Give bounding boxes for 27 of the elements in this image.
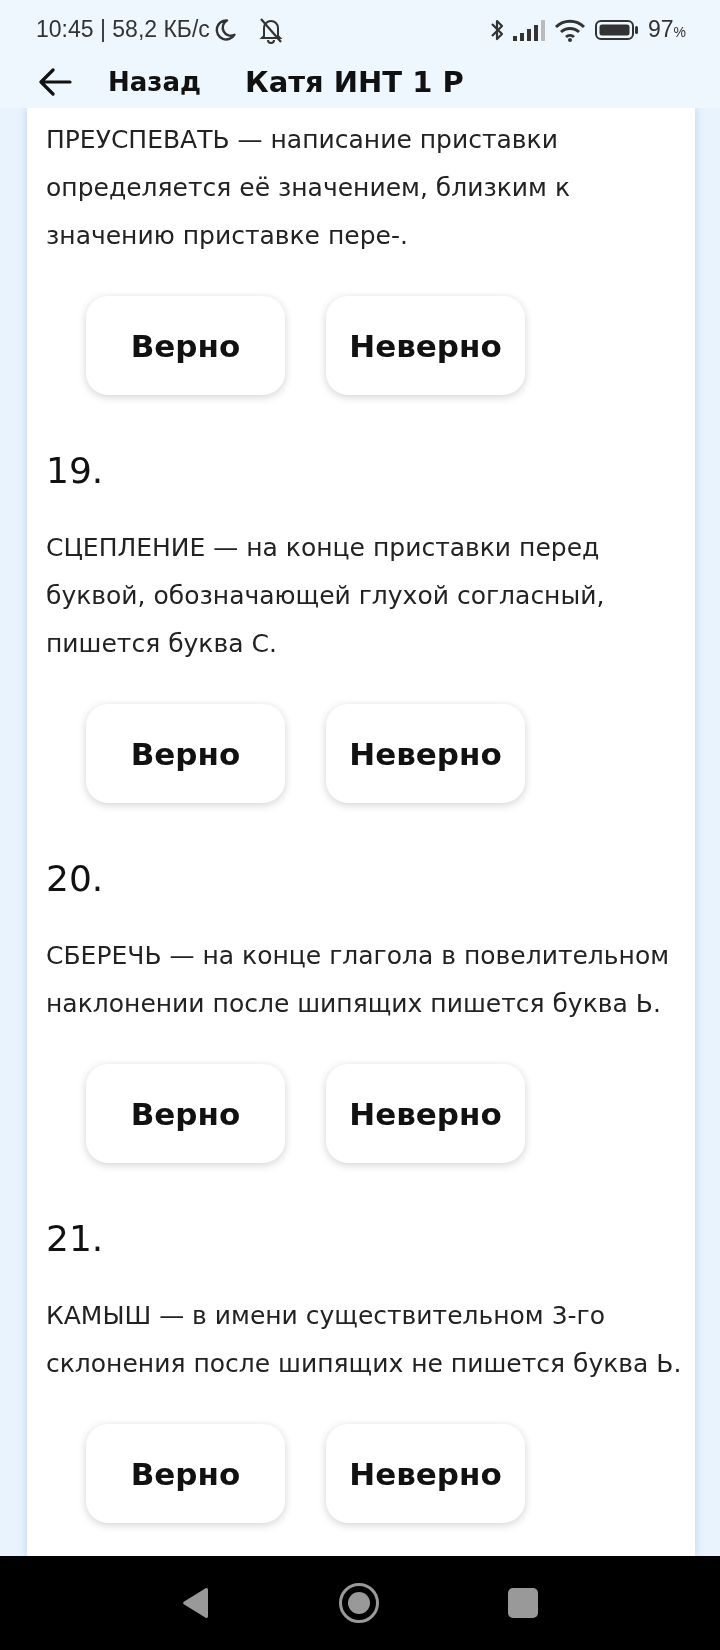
battery-icon (594, 18, 639, 41)
question-number: 19. (46, 449, 105, 493)
answer-button[interactable]: Неверно (326, 296, 525, 395)
question-text: КАМЫШ — в имени существительном 3-го склонения после шипящих не пишется буква Ь. (46, 1300, 683, 1380)
back-icon[interactable] (182, 1587, 210, 1619)
percent-sign: % (673, 24, 686, 40)
answer-button[interactable]: Верно (86, 1424, 285, 1523)
status-text: 10:45 | 58,2 КБ/с (36, 16, 210, 43)
answer-button[interactable]: Неверно (326, 1424, 525, 1523)
question-number: 21. (46, 1217, 105, 1261)
question-number: 20. (46, 857, 105, 901)
question-text: СЦЕПЛЕНИЕ — на конце приставки перед буквой, обозначающей глухой согласный, пишется буква С. (46, 532, 606, 660)
question-text: ПРЕУСПЕВАТЬ — написание приставки определяется её значением, близким к значению приставке пере-. (46, 124, 571, 252)
question-text: СБЕРЕЧЬ — на конце глагола в повелительном наклонении после шипящих пишется буква Ь. (46, 940, 671, 1020)
back-button[interactable]: Назад (38, 66, 201, 97)
header-title: Катя ИНТ 1 Р (244, 64, 464, 99)
recents-icon[interactable] (508, 1588, 538, 1618)
wifi-icon (553, 17, 586, 42)
signal-icon (512, 18, 545, 41)
answer-button[interactable]: Верно (86, 296, 285, 395)
answer-button[interactable]: Верно (86, 1064, 285, 1163)
answer-button[interactable]: Неверно (326, 1064, 525, 1163)
battery-percentage: 97 (647, 16, 674, 43)
back-arrow-icon (38, 67, 72, 96)
answer-button[interactable]: Верно (86, 704, 285, 803)
answer-button[interactable]: Неверно (326, 704, 525, 803)
home-icon[interactable] (338, 1582, 380, 1624)
